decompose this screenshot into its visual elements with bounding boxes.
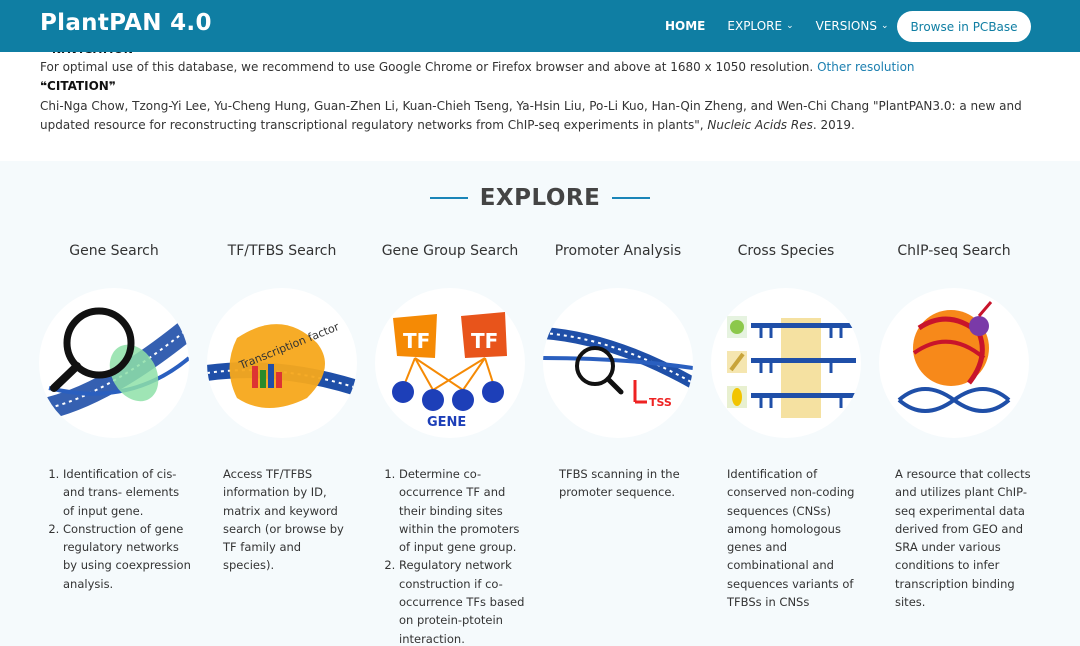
gene-label-text: GENE <box>427 415 466 430</box>
explore-title: EXPLORE <box>0 185 1080 211</box>
transcription-factor-icon[interactable]: Transcription factor <box>207 288 357 438</box>
card-title[interactable]: TF/TFBS Search <box>198 243 366 259</box>
chevron-down-icon: ⌄ <box>786 21 794 31</box>
list-item: Determine co-occurrence TF and their bin… <box>399 465 527 556</box>
citation-year: . 2019. <box>812 118 855 132</box>
brand-logo[interactable]: PlantPAN 4.0 <box>40 10 212 36</box>
list-item: Regulatory network construction if co-oc… <box>399 556 527 646</box>
other-resolution-link[interactable]: Other resolution <box>817 60 914 74</box>
card-description: A resource that collects and utilizes pl… <box>895 467 1031 610</box>
chevron-down-icon: ⌄ <box>880 21 889 31</box>
nav-home[interactable]: HOME <box>665 19 705 33</box>
nav-versions-label: VERSIONS <box>815 19 877 33</box>
nav-explore-label: EXPLORE <box>727 19 783 33</box>
list-item: Identification of cis- and trans- elemen… <box>63 465 191 520</box>
card-title[interactable]: Cross Species <box>702 243 870 259</box>
card-title[interactable]: Gene Search <box>30 243 198 259</box>
explore-section: EXPLORE Gene Search Identification of ci… <box>0 161 1080 646</box>
browse-pcbase-button[interactable]: Browse in PCBase <box>897 11 1031 42</box>
main-nav: HOME EXPLORE ⌄ VERSIONS ⌄ <box>665 0 910 52</box>
nav-versions[interactable]: VERSIONS ⌄ <box>816 19 889 33</box>
magnifier-dna-icon[interactable] <box>39 288 189 438</box>
title-divider-left <box>429 197 468 199</box>
card-title[interactable]: Promoter Analysis <box>534 243 702 259</box>
tf-badge-text: TF <box>403 329 430 353</box>
card-description: TFBS scanning in the promoter sequence. <box>559 467 680 500</box>
citation-authors: Chi-Nga Chow, Tzong-Yi Lee, Yu-Cheng Hun… <box>40 99 1022 132</box>
card-description: Identification of conserved non-coding s… <box>727 467 855 610</box>
tf-badge-text: TF <box>471 329 498 353</box>
citation-heading: ❝CITATION❞ <box>40 79 116 93</box>
card-title[interactable]: Gene Group Search <box>366 243 534 259</box>
card-title[interactable]: ChIP-seq Search <box>870 243 1038 259</box>
list-item: Construction of gene regulatory networks… <box>63 520 191 593</box>
cross-species-icon[interactable] <box>711 288 861 438</box>
title-divider-right <box>612 197 651 199</box>
chip-seq-icon[interactable] <box>879 288 1029 438</box>
nav-explore[interactable]: EXPLORE ⌄ <box>727 19 793 33</box>
top-navbar: PlantPAN 4.0 HOME EXPLORE ⌄ VERSIONS ⌄ Bro… <box>0 0 1080 52</box>
card-description: Determine co-occurrence TF and their bin… <box>375 465 527 646</box>
promoter-magnifier-icon[interactable]: TSS <box>543 288 693 438</box>
tf-gene-network-icon[interactable]: TF TF GENE <box>375 288 525 438</box>
explore-title-text: EXPLORE <box>479 185 601 211</box>
card-description: Identification of cis- and trans- elemen… <box>39 465 191 593</box>
card-description: Access TF/TFBS information by ID, matrix… <box>223 467 344 573</box>
citation-journal: Nucleic Acids Res <box>707 118 813 132</box>
notice-text: For optimal use of this database, we rec… <box>40 60 814 74</box>
tss-label-text: TSS <box>649 396 672 409</box>
nav-home-label: HOME <box>665 19 706 33</box>
browser-notice: For optimal use of this database, we rec… <box>40 60 915 74</box>
citation-text: Chi-Nga Chow, Tzong-Yi Lee, Yu-Cheng Hun… <box>40 97 1040 135</box>
